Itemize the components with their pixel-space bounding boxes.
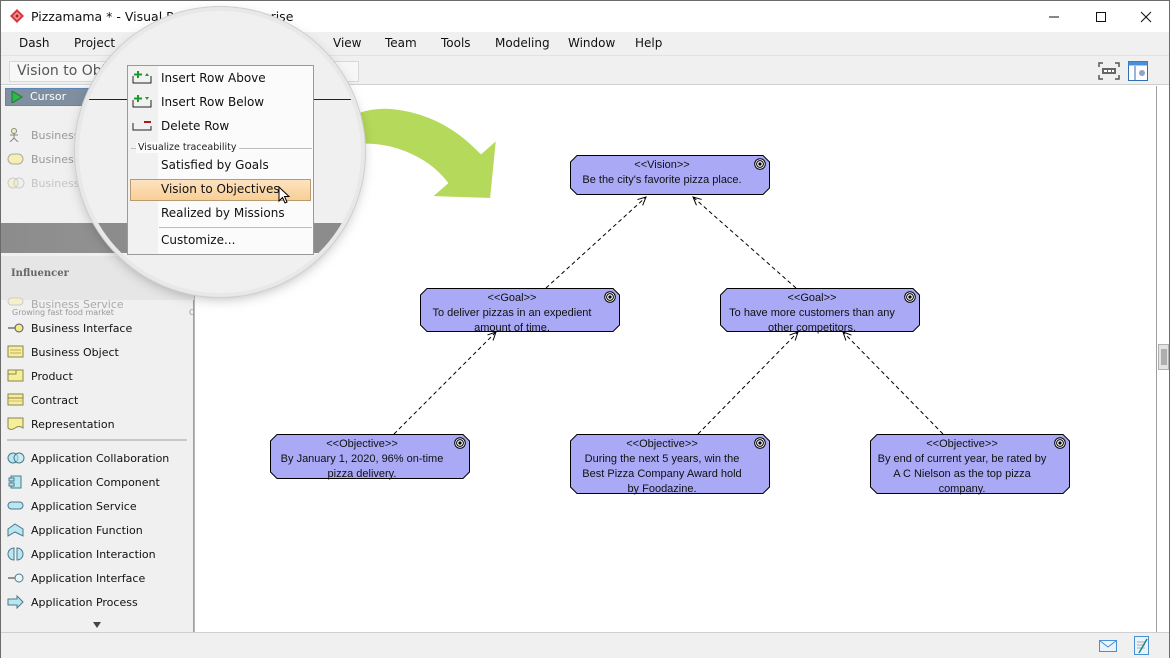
- business-object-icon: [7, 345, 25, 359]
- node-text: Be the city's favorite pizza place.: [582, 174, 742, 186]
- minimize-button[interactable]: [1031, 1, 1077, 32]
- menu-team[interactable]: Team: [385, 36, 417, 50]
- palette-scroll-down-icon[interactable]: [92, 621, 102, 629]
- cursor-arrow-icon: [11, 91, 23, 103]
- palette-item-application-process[interactable]: Application Process: [7, 593, 138, 611]
- close-button[interactable]: [1123, 1, 1169, 32]
- property-pane-icon[interactable]: [1128, 61, 1148, 81]
- product-icon: [7, 369, 25, 383]
- node-stereotype: <<Objective>>: [326, 438, 398, 450]
- column-header-influencer: Influencer: [11, 268, 69, 279]
- menu-item-delete-row[interactable]: Delete Row: [161, 119, 229, 133]
- node-stereotype: <<Objective>>: [626, 438, 698, 450]
- menu-dash[interactable]: Dash: [19, 36, 49, 50]
- menu-modeling[interactable]: Modeling: [495, 36, 550, 50]
- node-text: To deliver pizzas in an expedient amount…: [432, 307, 592, 334]
- diagram-node-goal2[interactable]: <<Goal>> To have more customers than any…: [720, 288, 920, 334]
- menu-item-customize[interactable]: Customize...: [161, 233, 235, 247]
- palette-item-application-collaboration[interactable]: Application Collaboration: [7, 449, 169, 467]
- palette-item-application-service[interactable]: Application Service: [7, 497, 137, 515]
- menu-item-vision-to-objectives[interactable]: Vision to Objectives: [161, 182, 280, 196]
- notes-icon[interactable]: [1134, 636, 1150, 656]
- insert-row-below-icon: [132, 95, 152, 108]
- representation-icon: [7, 417, 25, 431]
- application-service-icon: [7, 499, 25, 513]
- magnifier-lens: Insert Row Above Insert Row Below Delete…: [79, 11, 361, 293]
- palette-item-application-interface[interactable]: Application Interface: [7, 569, 145, 587]
- node-text: During the next 5 years, win the Best Pi…: [582, 453, 742, 495]
- node-text: To have more customers than any other co…: [729, 307, 895, 334]
- maximize-button[interactable]: [1078, 1, 1124, 32]
- diagram-node-obj1[interactable]: <<Objective>> By January 1, 2020, 96% on…: [270, 434, 470, 480]
- business-interface-icon: [7, 321, 25, 335]
- menu-item-insert-row-above[interactable]: Insert Row Above: [161, 71, 266, 85]
- node-text: By end of current year, be rated by A C …: [877, 453, 1047, 495]
- close-icon: [1140, 11, 1152, 22]
- menu-section-visualize-traceability: Visualize traceability: [136, 142, 239, 153]
- diagram-node-goal1[interactable]: <<Goal>> To deliver pizzas in an expedie…: [420, 288, 620, 334]
- application-function-icon: [7, 523, 25, 537]
- status-bar: [1, 632, 1169, 658]
- menu-help[interactable]: Help: [635, 36, 662, 50]
- menu-tools[interactable]: Tools: [441, 36, 471, 50]
- palette-item-application-function[interactable]: Application Function: [7, 521, 143, 539]
- palette-item-business-interface[interactable]: Business Interface: [7, 319, 132, 337]
- application-interface-icon: [7, 571, 25, 585]
- app-logo-icon: [10, 9, 24, 23]
- menu-item-insert-row-below[interactable]: Insert Row Below: [161, 95, 264, 109]
- node-stereotype: <<Objective>>: [926, 438, 998, 450]
- palette-item-business-object[interactable]: Business Object: [7, 343, 119, 361]
- palette-item-application-interaction[interactable]: Application Interaction: [7, 545, 156, 563]
- minimize-icon: [1049, 16, 1059, 17]
- grip-icon: [1161, 349, 1167, 365]
- insert-row-above-icon: [132, 71, 152, 84]
- palette-separator: [7, 439, 187, 441]
- business-actor-icon: [7, 128, 25, 143]
- palette-item-contract[interactable]: Contract: [7, 391, 78, 409]
- app-window: Pizzamama * - Visual Paradigm Enterprise…: [0, 0, 1170, 658]
- grid-cell-influencer: Growing fast food market: [12, 308, 114, 317]
- diagram-node-vision[interactable]: <<Vision>> Be the city's favorite pizza …: [570, 155, 770, 195]
- delete-row-icon: [132, 121, 152, 131]
- business-role-icon: [7, 152, 25, 166]
- node-stereotype: <<Vision>>: [634, 159, 690, 171]
- fit-diagram-icon[interactable]: [1098, 62, 1120, 80]
- business-collaboration-icon: [7, 176, 25, 190]
- cursor-label: Cursor: [30, 90, 67, 103]
- maximize-icon: [1096, 11, 1106, 22]
- menu-item-satisfied-by-goals[interactable]: Satisfied by Goals: [161, 158, 269, 172]
- contract-icon: [7, 393, 25, 407]
- scrollbar-thumb[interactable]: [1158, 344, 1169, 370]
- menu-item-realized-by-missions[interactable]: Realized by Missions: [161, 206, 285, 220]
- diagram-node-obj3[interactable]: <<Objective>> By end of current year, be…: [870, 434, 1070, 495]
- palette-item-application-component[interactable]: Application Component: [7, 473, 160, 491]
- mouse-pointer-icon: [278, 186, 291, 204]
- node-stereotype: <<Goal>>: [487, 292, 537, 304]
- application-component-icon: [7, 475, 25, 489]
- vertical-scrollbar[interactable]: [1156, 86, 1169, 632]
- mail-icon[interactable]: [1099, 639, 1117, 653]
- application-process-icon: [7, 594, 25, 610]
- application-collaboration-icon: [7, 451, 25, 465]
- palette-item-product[interactable]: Product: [7, 367, 73, 385]
- diagram-node-obj2[interactable]: <<Objective>> During the next 5 years, w…: [570, 434, 770, 495]
- palette-item-representation[interactable]: Representation: [7, 415, 115, 433]
- node-text: By January 1, 2020, 96% on-time pizza de…: [280, 453, 444, 480]
- application-interaction-icon: [7, 547, 25, 561]
- context-menu: Insert Row Above Insert Row Below Delete…: [127, 65, 314, 255]
- node-stereotype: <<Goal>>: [787, 292, 837, 304]
- menu-window[interactable]: Window: [568, 36, 615, 50]
